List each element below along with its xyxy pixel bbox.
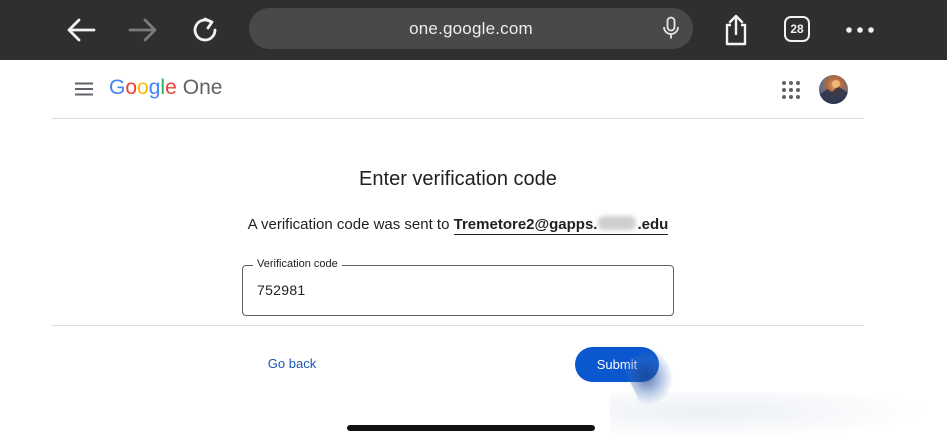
back-button[interactable] bbox=[61, 10, 101, 50]
verification-code-label: Verification code bbox=[253, 258, 342, 270]
verification-code-input[interactable]: 752981 bbox=[257, 282, 306, 298]
logo-letter-g: G bbox=[109, 76, 126, 99]
main-menu-button[interactable] bbox=[72, 80, 96, 98]
hamburger-menu-icon bbox=[75, 82, 93, 96]
more-horizontal-icon bbox=[846, 27, 874, 33]
browser-toolbar: one.google.com 28 bbox=[0, 0, 947, 60]
verification-code-field[interactable]: Verification code 752981 bbox=[242, 258, 674, 316]
logo-letter-e: e bbox=[165, 76, 177, 99]
reload-icon bbox=[193, 17, 217, 42]
logo-product-name: One bbox=[182, 76, 223, 99]
redacted-domain bbox=[598, 216, 637, 230]
recipient-email[interactable]: Tremetore2@gapps. .edu bbox=[453, 216, 669, 235]
voice-search-button[interactable] bbox=[659, 16, 683, 40]
account-avatar[interactable] bbox=[819, 75, 848, 104]
apps-grid-icon bbox=[782, 81, 800, 99]
logo-letter-o1: o bbox=[125, 76, 138, 99]
google-apps-button[interactable] bbox=[781, 80, 801, 100]
microphone-icon bbox=[663, 16, 679, 39]
logo-letter-g2: g bbox=[148, 76, 161, 99]
screen-glare bbox=[610, 392, 930, 440]
google-one-logo[interactable]: Google One bbox=[109, 76, 222, 104]
forward-button[interactable] bbox=[123, 10, 163, 50]
verification-sent-message: A verification code was sent to Tremetor… bbox=[0, 216, 916, 235]
avatar-image bbox=[819, 80, 848, 104]
email-start: Tremetore2@gapps. bbox=[453, 216, 598, 233]
page-title: Enter verification code bbox=[359, 168, 557, 190]
tab-count-button[interactable]: 28 bbox=[784, 16, 810, 42]
section-divider bbox=[52, 325, 864, 326]
screen: one.google.com 28 G o o g l e One Enter … bbox=[0, 0, 947, 441]
more-button[interactable] bbox=[840, 10, 880, 50]
reload-button[interactable] bbox=[186, 10, 226, 50]
share-icon bbox=[725, 14, 747, 46]
sent-message-prefix: A verification code was sent to bbox=[247, 216, 450, 233]
share-button[interactable] bbox=[716, 10, 756, 50]
url-text[interactable]: one.google.com bbox=[249, 8, 693, 49]
logo-letter-o2: o bbox=[137, 76, 149, 99]
forward-arrow-icon bbox=[128, 18, 157, 42]
app-header: Google One bbox=[52, 60, 864, 119]
home-indicator[interactable] bbox=[347, 425, 595, 431]
go-back-button[interactable]: Go back bbox=[262, 352, 322, 376]
email-end: .edu bbox=[637, 216, 669, 233]
back-arrow-icon bbox=[67, 18, 96, 42]
address-bar[interactable]: one.google.com bbox=[249, 8, 693, 49]
